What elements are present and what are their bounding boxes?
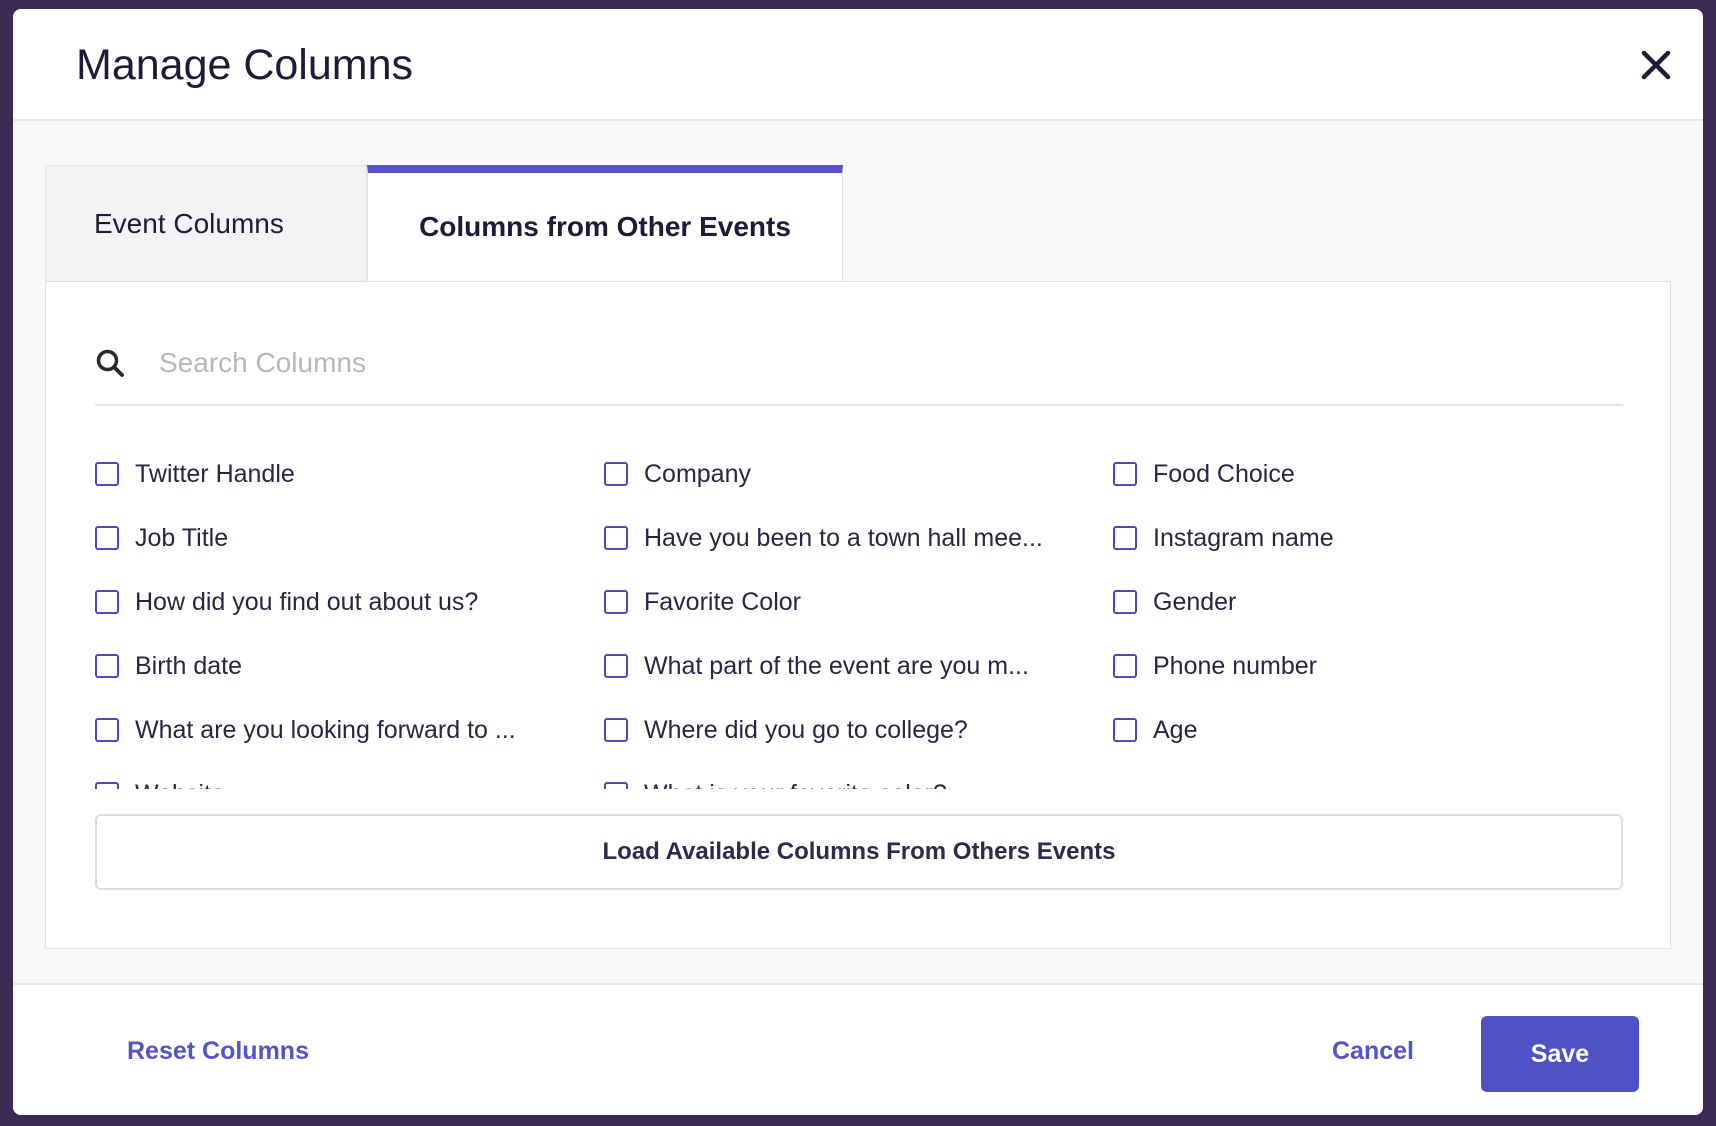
column-checklist: Twitter Handle Job Title How did you fin… [95, 442, 1635, 789]
column-option[interactable]: How did you find out about us? [95, 570, 575, 634]
checkbox[interactable] [95, 718, 119, 742]
column-option[interactable]: Where did you go to college? [604, 698, 1084, 762]
column-option[interactable]: What is your favorite color? [604, 762, 1084, 789]
dialog-title: Manage Columns [76, 41, 414, 89]
column-option-label: Instagram name [1153, 523, 1334, 552]
checkbox[interactable] [1113, 526, 1137, 550]
column-option[interactable]: Food Choice [1113, 442, 1593, 506]
column-option[interactable]: Job Title [95, 506, 575, 570]
column-option-label: Favorite Color [644, 587, 801, 616]
checkbox[interactable] [1113, 718, 1137, 742]
column-option[interactable]: Instagram name [1113, 506, 1593, 570]
reset-columns-button[interactable]: Reset Columns [127, 1037, 309, 1066]
column-option-label: Company [644, 459, 751, 488]
checkbox[interactable] [604, 526, 628, 550]
column-option-label: How did you find out about us? [135, 587, 479, 616]
column-option-label: Have you been to a town hall mee... [644, 523, 1043, 552]
search-input[interactable] [159, 347, 1459, 379]
column-option[interactable]: What part of the event are you m... [604, 634, 1084, 698]
checkbox[interactable] [604, 718, 628, 742]
column-option-label: What are you looking forward to ... [135, 715, 516, 744]
checkbox[interactable] [604, 782, 628, 789]
column-option-label: What part of the event are you m... [644, 651, 1029, 680]
column-option-label: Where did you go to college? [644, 715, 968, 744]
dialog-footer: Reset Columns Cancel Save [13, 985, 1703, 1115]
column-option[interactable]: What are you looking forward to ... [95, 698, 575, 762]
dialog-body: Event Columns Columns from Other Events … [13, 121, 1703, 985]
save-button[interactable]: Save [1481, 1016, 1639, 1092]
column-option[interactable]: Have you been to a town hall mee... [604, 506, 1084, 570]
checkbox[interactable] [95, 782, 119, 789]
checkbox[interactable] [604, 462, 628, 486]
column-option-label: Birth date [135, 651, 243, 680]
column-option[interactable]: Website [95, 762, 575, 789]
dialog-header: Manage Columns [13, 9, 1703, 121]
tab-panel: Twitter Handle Job Title How did you fin… [45, 281, 1671, 949]
tab-bar: Event Columns Columns from Other Events [45, 165, 843, 281]
checklist-column-1: Twitter Handle Job Title How did you fin… [95, 442, 575, 789]
checkbox[interactable] [95, 654, 119, 678]
manage-columns-dialog: Manage Columns Event Columns Columns fro… [13, 9, 1703, 1115]
close-icon[interactable] [1635, 44, 1677, 86]
checkbox[interactable] [1113, 462, 1137, 486]
checklist-column-2: Company Have you been to a town hall mee… [604, 442, 1084, 789]
column-option[interactable]: Favorite Color [604, 570, 1084, 634]
column-option-label: Website [135, 780, 225, 790]
checkbox[interactable] [604, 654, 628, 678]
column-option-label: Food Choice [1153, 459, 1295, 488]
checkbox[interactable] [95, 462, 119, 486]
column-option-label: Phone number [1153, 651, 1318, 680]
column-option[interactable]: Gender [1113, 570, 1593, 634]
cancel-button[interactable]: Cancel [1332, 1037, 1414, 1066]
column-option-label: Twitter Handle [135, 459, 295, 488]
column-option-label: Age [1153, 715, 1198, 744]
column-option[interactable]: Age [1113, 698, 1593, 762]
checkbox[interactable] [1113, 590, 1137, 614]
column-option[interactable]: Company [604, 442, 1084, 506]
column-option-label: What is your favorite color? [644, 780, 947, 790]
checkbox[interactable] [95, 526, 119, 550]
checkbox[interactable] [1113, 654, 1137, 678]
column-option[interactable]: Phone number [1113, 634, 1593, 698]
search-bar [95, 322, 1623, 406]
column-option[interactable]: Birth date [95, 634, 575, 698]
checkbox[interactable] [95, 590, 119, 614]
load-available-columns-button[interactable]: Load Available Columns From Others Event… [95, 814, 1623, 890]
column-option-label: Job Title [135, 523, 229, 552]
tab-columns-from-other-events[interactable]: Columns from Other Events [367, 165, 843, 281]
checklist-column-3: Food Choice Instagram name Gender Phone … [1113, 442, 1593, 762]
checkbox[interactable] [604, 590, 628, 614]
tab-event-columns[interactable]: Event Columns [45, 165, 367, 281]
column-option[interactable]: Twitter Handle [95, 442, 575, 506]
search-icon [95, 348, 125, 378]
column-option-label: Gender [1153, 587, 1237, 616]
